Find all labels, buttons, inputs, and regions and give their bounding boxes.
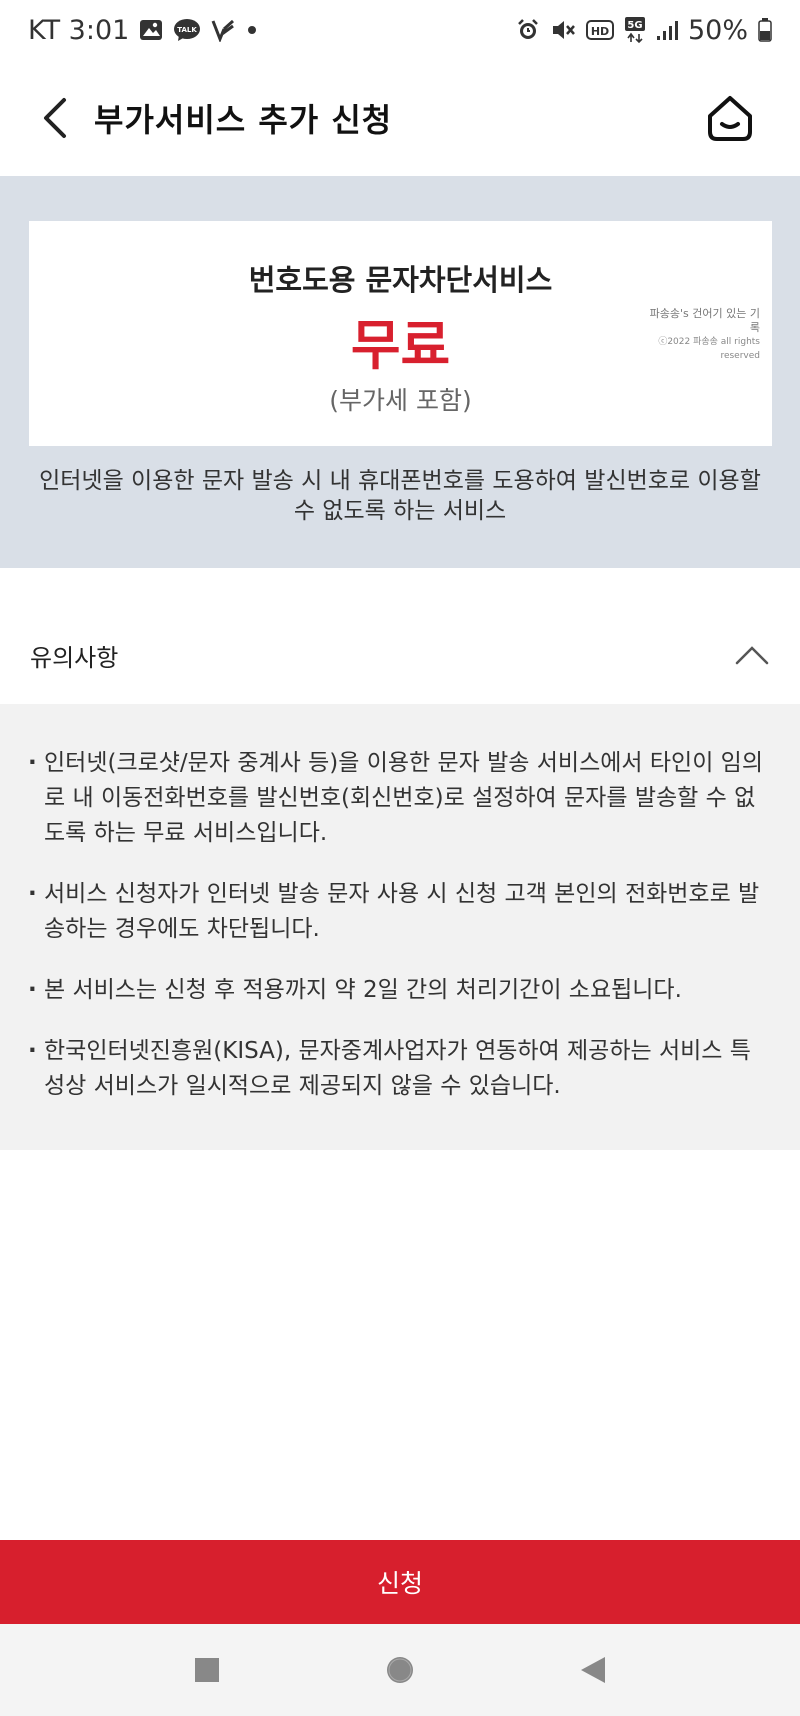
signal-icon: [656, 19, 678, 41]
service-card: 번호도용 문자차단서비스 무료 (부가세 포함) 파송송's 건어기 있는 기록…: [29, 221, 772, 446]
v-icon: [211, 18, 235, 42]
home-button[interactable]: [700, 88, 760, 148]
svg-text:HD: HD: [591, 25, 609, 38]
talk-icon: TALK: [173, 18, 201, 42]
battery-percent: 50%: [687, 14, 748, 46]
circle-icon: [386, 1657, 413, 1683]
notice-title: 유의사항: [30, 643, 119, 672]
apply-button[interactable]: 신청: [0, 1540, 800, 1624]
gallery-icon: [139, 19, 163, 41]
recent-apps-button[interactable]: [187, 1650, 227, 1690]
notice-body: · 인터넷(크로샷/문자 중계사 등)을 이용한 문자 발송 서비스에서 타인이…: [0, 704, 800, 1150]
service-name: 번호도용 문자차단서비스: [248, 263, 553, 297]
chevron-up-icon: [735, 646, 769, 665]
battery-icon: [758, 18, 772, 42]
notice-item-text: 서비스 신청자가 인터넷 발송 문자 사용 시 신청 고객 본인의 전화번호로 …: [44, 881, 760, 942]
watermark-line2: ⓒ2022 파송송 all rights reserved: [658, 337, 760, 361]
svg-text:5G: 5G: [627, 20, 642, 31]
notice-accordion-header[interactable]: 유의사항: [0, 606, 800, 704]
carrier-time: KT 3:01: [28, 14, 130, 46]
bullet: ·: [28, 881, 37, 907]
status-bar: KT 3:01 TALK HD 5G 50%: [0, 0, 800, 60]
system-nav-bar: [0, 1624, 800, 1716]
notice-item-text: 인터넷(크로샷/문자 중계사 등)을 이용한 문자 발송 서비스에서 타인이 임…: [44, 750, 763, 846]
back-button[interactable]: [40, 93, 76, 143]
home-icon: [708, 96, 752, 141]
square-icon: [194, 1658, 219, 1682]
page-title: 부가서비스 추가 신청: [94, 101, 393, 139]
mute-icon: [550, 18, 576, 42]
bullet: ·: [28, 977, 37, 1003]
notice-item: · 인터넷(크로샷/문자 중계사 등)을 이용한 문자 발송 서비스에서 타인이…: [28, 746, 770, 851]
notice-item: · 서비스 신청자가 인터넷 발송 문자 사용 시 신청 고객 본인의 전화번호…: [28, 877, 770, 947]
app-bar: 부가서비스 추가 신청: [0, 60, 800, 176]
notice-item-text: 본 서비스는 신청 후 적용까지 약 2일 간의 처리기간이 소요됩니다.: [44, 977, 682, 1003]
bullet: ·: [28, 750, 37, 776]
watermark-line1: 파송송's 건어기 있는 기록: [649, 307, 760, 334]
notice-item-text: 한국인터넷진흥원(KISA), 문자중계사업자가 연동하여 제공하는 서비스 특…: [44, 1038, 751, 1099]
triangle-back-icon: [581, 1657, 606, 1683]
notice-item: · 본 서비스는 신청 후 적용까지 약 2일 간의 처리기간이 소요됩니다.: [28, 973, 770, 1008]
chevron-left-icon: [44, 98, 66, 138]
hd-icon: HD: [585, 19, 614, 41]
bullet: ·: [28, 1038, 37, 1064]
service-description: 인터넷을 이용한 문자 발송 시 내 휴대폰번호를 도용하여 발신번호로 이용할…: [39, 468, 761, 524]
vat-note: (부가세 포함): [329, 386, 472, 415]
status-bar-left: KT 3:01 TALK: [28, 15, 259, 46]
home-nav-button[interactable]: [380, 1650, 420, 1690]
watermark: 파송송's 건어기 있는 기록 ⓒ2022 파송송 all rights res…: [648, 307, 760, 363]
notice-item: · 한국인터넷진흥원(KISA), 문자중계사업자가 연동하여 제공하는 서비스…: [28, 1034, 770, 1104]
dot-icon: [245, 23, 259, 37]
5g-icon: 5G: [624, 16, 646, 44]
alarm-icon: [516, 18, 540, 42]
status-bar-right: HD 5G 50%: [516, 15, 772, 46]
svg-text:TALK: TALK: [178, 26, 198, 34]
back-nav-button[interactable]: [573, 1650, 613, 1690]
service-summary: 번호도용 문자차단서비스 무료 (부가세 포함) 파송송's 건어기 있는 기록…: [0, 176, 800, 568]
